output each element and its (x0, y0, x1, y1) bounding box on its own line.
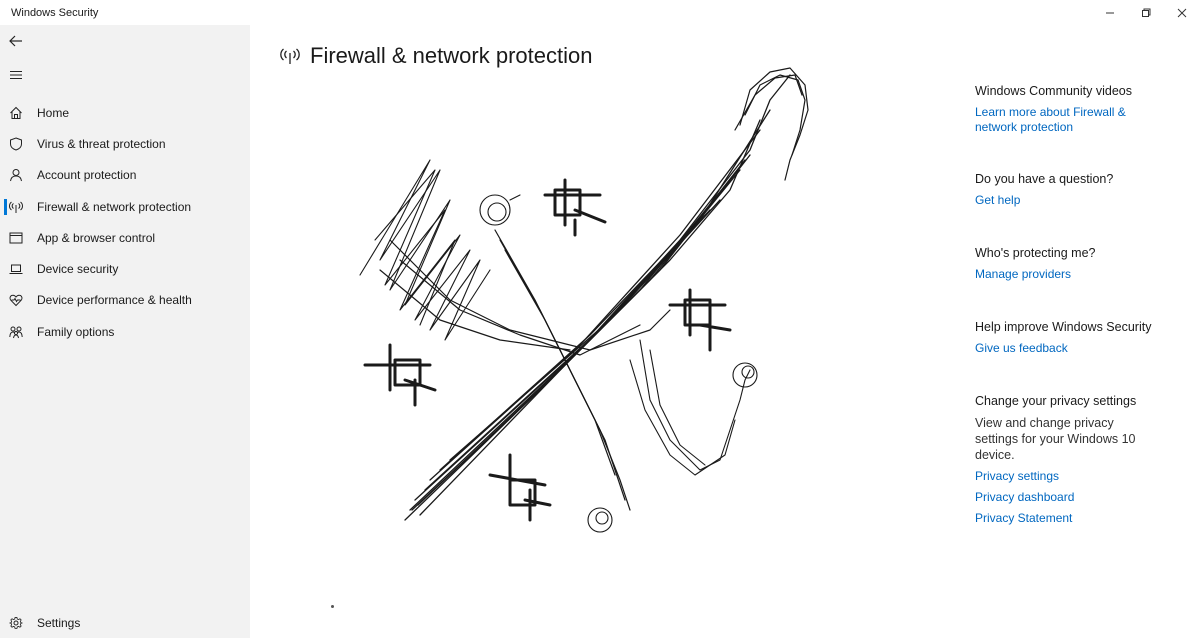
minimize-icon (1106, 12, 1114, 13)
selected-indicator (4, 199, 7, 215)
section-heading: Windows Community videos (975, 84, 1132, 98)
drawing-circle-stroke (479, 194, 521, 226)
laptop-icon (8, 261, 24, 277)
drawing-diagonal-stroke (404, 74, 791, 521)
get-help-link[interactable]: Get help (975, 193, 1185, 208)
sidebar-item-label: Home (37, 106, 70, 120)
restore-button[interactable] (1128, 0, 1164, 25)
sidebar-item-family-options[interactable]: Family options (0, 317, 250, 347)
sidebar-item-device-security[interactable]: Device security (0, 254, 250, 284)
browser-window-icon (8, 230, 24, 246)
heart-pulse-icon (8, 292, 24, 308)
drawing-square-glyph (488, 453, 552, 522)
section-question: Do you have a question? Get help (975, 171, 1185, 208)
drawing-square-glyph (668, 288, 732, 352)
drawing-square-glyph (543, 178, 607, 237)
antenna-icon (280, 48, 300, 64)
sidebar-item-label: Device security (37, 262, 119, 276)
drawing-curl-stroke (629, 339, 758, 476)
sidebar-item-home[interactable]: Home (0, 98, 250, 128)
section-heading: Help improve Windows Security (975, 320, 1152, 334)
sidebar-item-label: App & browser control (37, 231, 156, 245)
section-heading: Change your privacy settings (975, 394, 1137, 408)
gear-icon (8, 615, 24, 631)
family-icon (8, 324, 24, 340)
privacy-description: View and change privacy settings for you… (975, 416, 1136, 462)
antenna-icon (8, 199, 24, 215)
scribble-drawing (359, 67, 809, 533)
close-icon (1177, 8, 1187, 17)
title-bar: Windows Security (0, 0, 1200, 25)
hamburger-menu-icon (10, 71, 22, 79)
section-community-videos: Windows Community videos Learn more abou… (975, 83, 1185, 135)
sidebar-item-label: Virus & threat protection (37, 137, 166, 151)
window-controls (1092, 0, 1200, 25)
shield-icon (8, 136, 24, 152)
sidebar-item-virus-threat-protection[interactable]: Virus & threat protection (0, 129, 250, 159)
sidebar-item-device-performance-health[interactable]: Device performance & health (0, 285, 250, 315)
section-heading: Do you have a question? (975, 172, 1114, 186)
sidebar-item-firewall-network-protection[interactable]: Firewall & network protection (0, 192, 250, 222)
learn-more-firewall-link[interactable]: Learn more about Firewall & network prot… (975, 105, 1165, 135)
privacy-settings-link[interactable]: Privacy settings (975, 469, 1185, 484)
back-arrow-icon (9, 35, 22, 47)
sidebar-item-label: Settings (37, 616, 81, 630)
sidebar: Home Virus & threat protection Account p… (0, 25, 250, 638)
drawing-square-glyph (363, 343, 437, 407)
home-icon (8, 105, 24, 121)
section-heading: Who's protecting me? (975, 246, 1096, 260)
sidebar-item-account-protection[interactable]: Account protection (0, 160, 250, 190)
manage-providers-link[interactable]: Manage providers (975, 267, 1185, 282)
sidebar-item-label: Account protection (37, 168, 137, 182)
restore-icon (1142, 8, 1151, 17)
back-button[interactable] (6, 31, 26, 51)
drawing-zigzag-stroke (359, 159, 491, 341)
person-icon (8, 167, 24, 183)
give-feedback-link[interactable]: Give us feedback (975, 341, 1185, 356)
drawing-hook-stroke (734, 67, 809, 181)
menu-button[interactable] (6, 65, 26, 85)
privacy-statement-link[interactable]: Privacy Statement (975, 511, 1185, 526)
drawing-knot-stroke (587, 507, 613, 533)
sidebar-item-settings[interactable]: Settings (0, 608, 250, 638)
section-who-protecting: Who's protecting me? Manage providers (975, 245, 1185, 282)
section-help-improve: Help improve Windows Security Give us fe… (975, 319, 1185, 356)
sidebar-item-label: Family options (37, 325, 115, 339)
close-button[interactable] (1164, 0, 1200, 25)
section-privacy: Change your privacy settings View and ch… (975, 393, 1185, 526)
app-title: Windows Security (11, 7, 99, 19)
sidebar-item-label: Firewall & network protection (37, 200, 192, 214)
privacy-dashboard-link[interactable]: Privacy dashboard (975, 490, 1185, 505)
sidebar-item-app-browser-control[interactable]: App & browser control (0, 223, 250, 253)
stray-dot (331, 605, 334, 608)
sidebar-item-label: Device performance & health (37, 293, 192, 307)
minimize-button[interactable] (1092, 0, 1128, 25)
drawing-counter-stroke (379, 229, 671, 511)
